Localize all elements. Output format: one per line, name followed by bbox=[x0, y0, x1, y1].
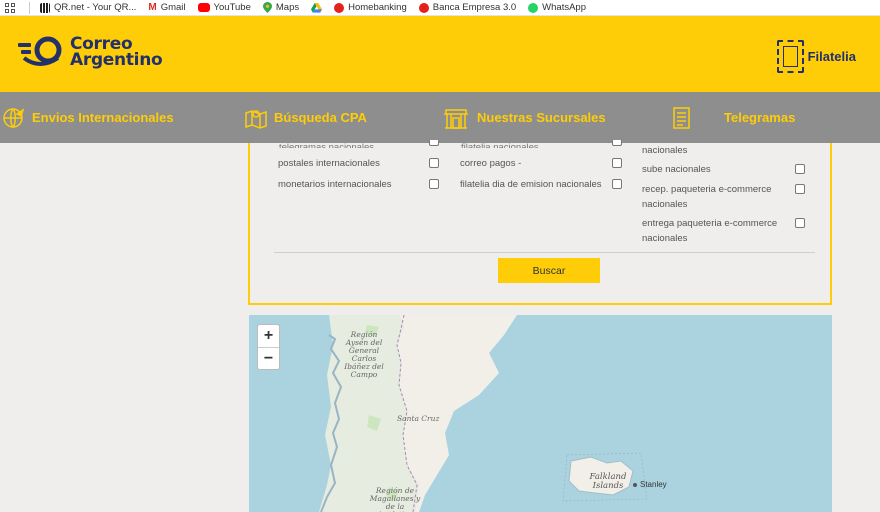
branch-map[interactable]: + − Región Aysén del General Carlos Ibáñ… bbox=[249, 315, 832, 512]
bookmark-label: WhatsApp bbox=[542, 2, 586, 13]
bookmark-banca-empresa[interactable]: Banca Empresa 3.0 bbox=[418, 2, 517, 13]
bookmark-label: YouTube bbox=[213, 2, 251, 13]
option-checkbox[interactable] bbox=[795, 184, 805, 194]
bookmarks-separator bbox=[29, 1, 30, 14]
bookmarks-bar: QR.net - Your QR... M Gmail YouTube Maps… bbox=[0, 0, 880, 16]
bookmark-label: Homebanking bbox=[348, 2, 407, 13]
bank-icon bbox=[334, 2, 345, 13]
bookmark-maps[interactable]: Maps bbox=[262, 2, 300, 13]
maps-pin-icon bbox=[262, 2, 272, 13]
correo-argentino-logo[interactable]: Correo Argentino bbox=[18, 36, 163, 70]
main-nav: Envios Internacionales Búsqueda CPA Nues… bbox=[0, 92, 880, 143]
bookmark-gmail[interactable]: M Gmail bbox=[148, 2, 185, 13]
brand-line2: Argentino bbox=[70, 50, 163, 70]
map-label-aysen: Región Aysén del General Carlos Ibáñez d… bbox=[344, 330, 384, 379]
zoom-in-button[interactable]: + bbox=[258, 325, 279, 347]
option-label: recep. paqueteria e-commerce nacionales bbox=[642, 184, 772, 210]
bank-icon bbox=[418, 2, 429, 13]
map-zoom-control: + − bbox=[257, 324, 280, 370]
filatelia-link[interactable]: Filatelia bbox=[776, 40, 856, 73]
nav-label: Nuestras Sucursales bbox=[477, 110, 606, 125]
apps-grid-icon[interactable] bbox=[5, 2, 15, 13]
document-icon bbox=[673, 106, 690, 129]
stamp-icon bbox=[776, 40, 804, 73]
nav-label: Búsqueda CPA bbox=[274, 110, 367, 125]
option-label: postales internacionales bbox=[278, 158, 380, 169]
map-label-santa-cruz: Santa Cruz bbox=[397, 414, 440, 423]
nav-telegramas[interactable]: Telegramas bbox=[670, 92, 795, 143]
youtube-icon bbox=[197, 3, 210, 12]
qr-icon bbox=[40, 2, 50, 13]
option-label: nacionales bbox=[642, 145, 688, 156]
option-label: correo pagos - bbox=[460, 158, 522, 169]
brand-name: Correo Argentino bbox=[70, 36, 163, 70]
option-checkbox[interactable] bbox=[429, 158, 439, 168]
site-header: Correo Argentino Filatelia bbox=[0, 16, 880, 92]
map-label-falkland: Falkland Islands bbox=[589, 472, 627, 491]
nav-nuestras-sucursales[interactable]: Nuestras Sucursales bbox=[441, 92, 606, 143]
option-label-cut: telegramas nacionales bbox=[279, 143, 399, 148]
option-checkbox[interactable] bbox=[612, 179, 622, 189]
option-label: filatelia dia de emision nacionales bbox=[460, 179, 602, 190]
bookmark-label: Gmail bbox=[160, 2, 186, 13]
bookmark-label: Banca Empresa 3.0 bbox=[432, 2, 517, 13]
building-icon bbox=[444, 108, 468, 129]
map-canvas[interactable] bbox=[249, 315, 832, 512]
option-label-cut: filatelia nacionales bbox=[461, 143, 541, 148]
option-checkbox[interactable] bbox=[795, 218, 805, 228]
option-checkbox[interactable] bbox=[612, 140, 622, 146]
buscar-button[interactable]: Buscar bbox=[498, 258, 600, 283]
option-checkbox[interactable] bbox=[429, 140, 439, 146]
form-divider bbox=[274, 252, 815, 253]
map-pin-icon bbox=[245, 109, 267, 129]
option-label: entrega paqueteria e-commerce nacionales bbox=[642, 218, 778, 244]
zoom-out-button[interactable]: − bbox=[258, 347, 279, 369]
nav-busqueda-cpa[interactable]: Búsqueda CPA bbox=[244, 92, 367, 143]
whatsapp-icon bbox=[528, 2, 539, 13]
bookmark-label: Maps bbox=[275, 2, 300, 13]
correo-logo-icon bbox=[18, 36, 62, 66]
filter-form: telegramas nacionales postales internaci… bbox=[248, 140, 832, 305]
option-checkbox[interactable] bbox=[795, 164, 805, 174]
option-checkbox[interactable] bbox=[612, 158, 622, 168]
filatelia-label: Filatelia bbox=[807, 49, 856, 64]
nav-label: Envios Internacionales bbox=[32, 110, 174, 125]
nav-envios-internacionales[interactable]: Envios Internacionales bbox=[2, 92, 174, 143]
bookmark-drive[interactable] bbox=[311, 2, 323, 13]
option-checkbox[interactable] bbox=[429, 179, 439, 189]
bookmark-qrnet[interactable]: QR.net - Your QR... bbox=[40, 2, 136, 13]
map-label-stanley: Stanley bbox=[640, 480, 667, 489]
nav-label: Telegramas bbox=[724, 110, 796, 125]
bookmark-whatsapp[interactable]: WhatsApp bbox=[528, 2, 586, 13]
map-label-magallanes: Región de Magallanes y de la Antártica bbox=[369, 486, 421, 512]
option-label: sube nacionales bbox=[642, 164, 711, 175]
bookmark-homebanking[interactable]: Homebanking bbox=[334, 2, 407, 13]
option-label: monetarios internacionales bbox=[278, 179, 392, 190]
gmail-icon: M bbox=[148, 2, 157, 13]
drive-icon bbox=[311, 2, 323, 13]
globe-plane-icon bbox=[3, 107, 25, 128]
bookmark-youtube[interactable]: YouTube bbox=[197, 2, 251, 13]
bookmark-label: QR.net - Your QR... bbox=[54, 2, 137, 13]
